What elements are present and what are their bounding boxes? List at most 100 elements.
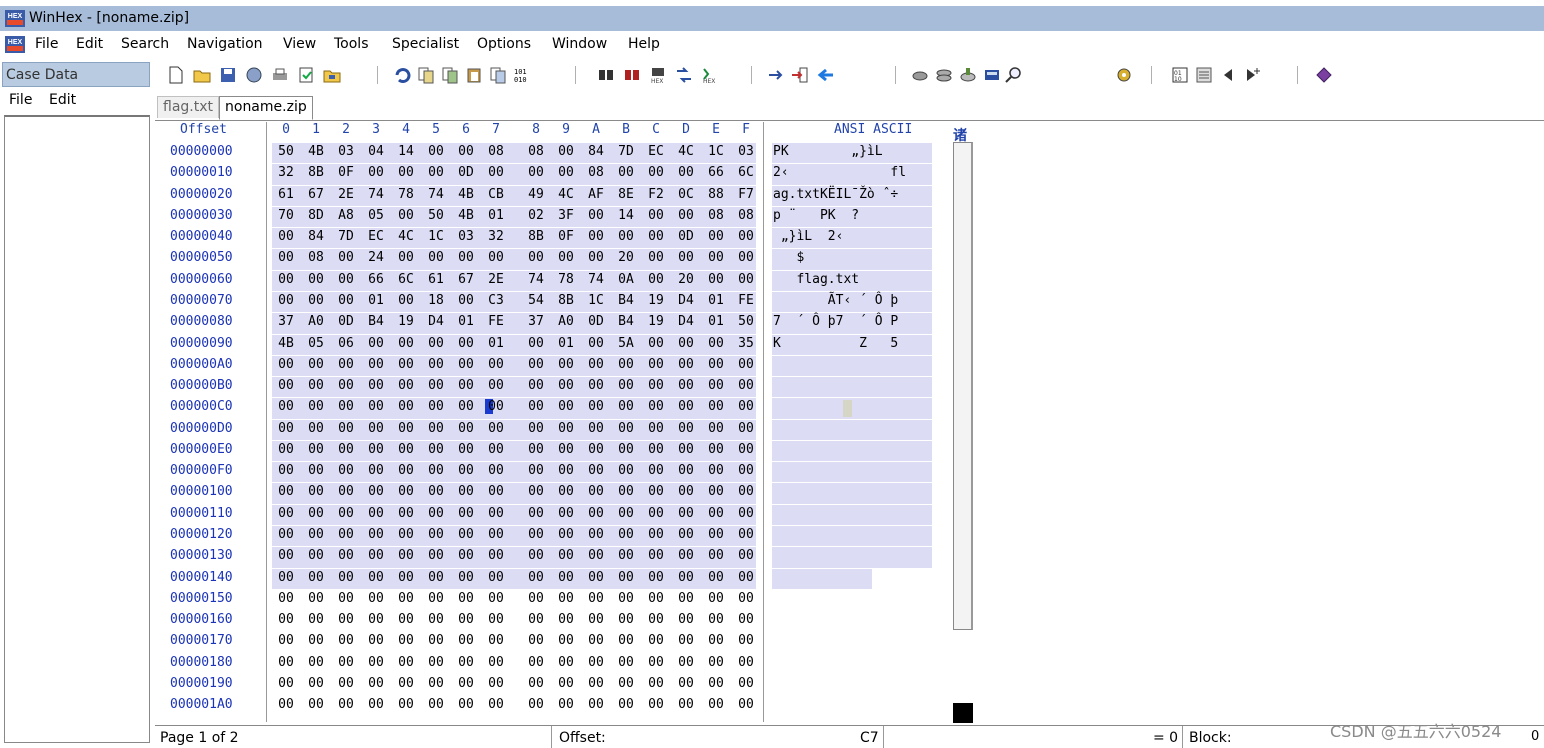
help-book-icon[interactable] [1315,66,1333,84]
hex-byte[interactable]: 06 [335,336,357,351]
hex-byte[interactable]: 00 [335,612,357,627]
hex-byte[interactable]: 00 [485,570,507,585]
hex-byte[interactable]: 00 [585,612,607,627]
hex-byte[interactable]: 01 [705,314,727,329]
cursor-byte[interactable]: 00 [485,399,507,415]
hex-byte[interactable]: 00 [455,676,477,691]
hex-byte[interactable]: 19 [645,293,667,308]
hex-byte[interactable]: 8B [305,165,327,180]
hex-byte[interactable]: 00 [425,676,447,691]
hex-byte[interactable]: 00 [275,633,297,648]
hex-byte[interactable]: 00 [335,548,357,563]
hex-byte[interactable]: 00 [455,591,477,606]
ascii-row[interactable]: p ¨ PK ? [773,208,859,223]
hex-byte[interactable]: 19 [645,314,667,329]
hex-byte[interactable]: 00 [675,570,697,585]
hex-byte[interactable]: 00 [615,676,637,691]
hex-byte[interactable]: 00 [555,633,577,648]
hex-byte[interactable]: 08 [485,144,507,159]
save-all-icon[interactable] [245,66,263,84]
hex-byte[interactable]: 00 [555,548,577,563]
hex-byte[interactable]: 00 [275,612,297,627]
hex-byte[interactable]: 00 [455,506,477,521]
hex-byte[interactable]: 00 [395,250,417,265]
hex-byte[interactable]: 00 [425,484,447,499]
hex-byte[interactable]: 00 [425,421,447,436]
hex-byte[interactable]: 08 [735,208,757,223]
hex-byte[interactable]: 00 [305,655,327,670]
hex-byte[interactable]: 00 [675,378,697,393]
hex-byte[interactable]: 00 [275,697,297,712]
hex-byte[interactable]: 00 [335,484,357,499]
hex-byte[interactable]: 00 [425,442,447,457]
hex-byte[interactable]: 00 [305,527,327,542]
hex-byte[interactable]: 00 [395,165,417,180]
hex-byte[interactable]: 00 [275,442,297,457]
open-ram-icon[interactable] [935,66,953,84]
hex-byte[interactable]: 00 [525,165,547,180]
hex-byte[interactable]: 03 [735,144,757,159]
hex-byte[interactable]: 00 [425,655,447,670]
ascii-row[interactable]: „}ìL 2‹ [773,229,844,244]
hex-byte[interactable]: 00 [705,527,727,542]
hex-byte[interactable]: 19 [395,314,417,329]
hex-byte[interactable]: 00 [675,612,697,627]
hex-byte[interactable]: F2 [645,187,667,202]
hex-byte[interactable]: 00 [335,697,357,712]
hex-byte[interactable]: 00 [275,527,297,542]
hex-byte[interactable]: 00 [455,633,477,648]
hex-byte[interactable]: 00 [735,506,757,521]
hex-byte[interactable]: B4 [615,314,637,329]
hex-byte[interactable]: 00 [425,506,447,521]
hex-byte[interactable]: 00 [645,527,667,542]
hex-byte[interactable]: 00 [615,527,637,542]
print-icon[interactable] [271,66,289,84]
template-icon[interactable] [1195,66,1213,84]
hex-byte[interactable]: 84 [305,229,327,244]
hex-byte[interactable]: 00 [455,421,477,436]
hex-byte[interactable]: 00 [395,655,417,670]
hex-byte[interactable]: 00 [615,378,637,393]
hex-byte[interactable]: 00 [275,591,297,606]
hex-byte[interactable]: 00 [395,293,417,308]
hex-byte[interactable]: 00 [305,548,327,563]
hex-byte[interactable]: 00 [675,697,697,712]
hex-byte[interactable]: D4 [675,314,697,329]
hex-byte[interactable]: 32 [485,229,507,244]
app-menu-icon[interactable]: HEX [5,36,25,53]
hex-byte[interactable]: 00 [615,484,637,499]
hex-byte[interactable]: 00 [305,293,327,308]
case-data-tree[interactable] [4,115,150,743]
hex-byte[interactable]: 50 [275,144,297,159]
hex-byte[interactable]: 00 [615,357,637,372]
hex-byte[interactable]: 00 [615,697,637,712]
hex-byte[interactable]: 00 [735,421,757,436]
hex-byte[interactable]: 00 [615,570,637,585]
hex-byte[interactable]: 00 [735,655,757,670]
hex-byte[interactable]: 5A [615,336,637,351]
hex-byte[interactable]: 00 [425,570,447,585]
hex-byte[interactable]: 24 [365,250,387,265]
hex-byte[interactable]: 00 [675,399,697,414]
menu-file[interactable]: File [35,36,58,52]
hex-byte[interactable]: 00 [525,506,547,521]
hex-byte[interactable]: 00 [735,570,757,585]
hex-byte[interactable]: 00 [425,165,447,180]
hex-byte[interactable]: 00 [395,676,417,691]
hex-byte[interactable]: 00 [645,633,667,648]
hex-byte[interactable]: 50 [425,208,447,223]
hex-byte[interactable]: 00 [705,229,727,244]
hex-byte[interactable]: 00 [645,229,667,244]
hex-byte[interactable]: 00 [275,378,297,393]
hex-byte[interactable]: 32 [275,165,297,180]
calculator-icon[interactable] [983,66,1001,84]
hex-byte[interactable]: 00 [395,421,417,436]
hex-byte[interactable]: 00 [485,463,507,478]
hex-byte[interactable]: 00 [425,378,447,393]
hex-byte[interactable]: 00 [585,208,607,223]
hex-byte[interactable]: 00 [705,421,727,436]
open-folder-icon[interactable] [193,66,211,84]
hex-byte[interactable]: 4C [675,144,697,159]
hex-byte[interactable]: 01 [705,293,727,308]
hex-byte[interactable]: C3 [485,293,507,308]
